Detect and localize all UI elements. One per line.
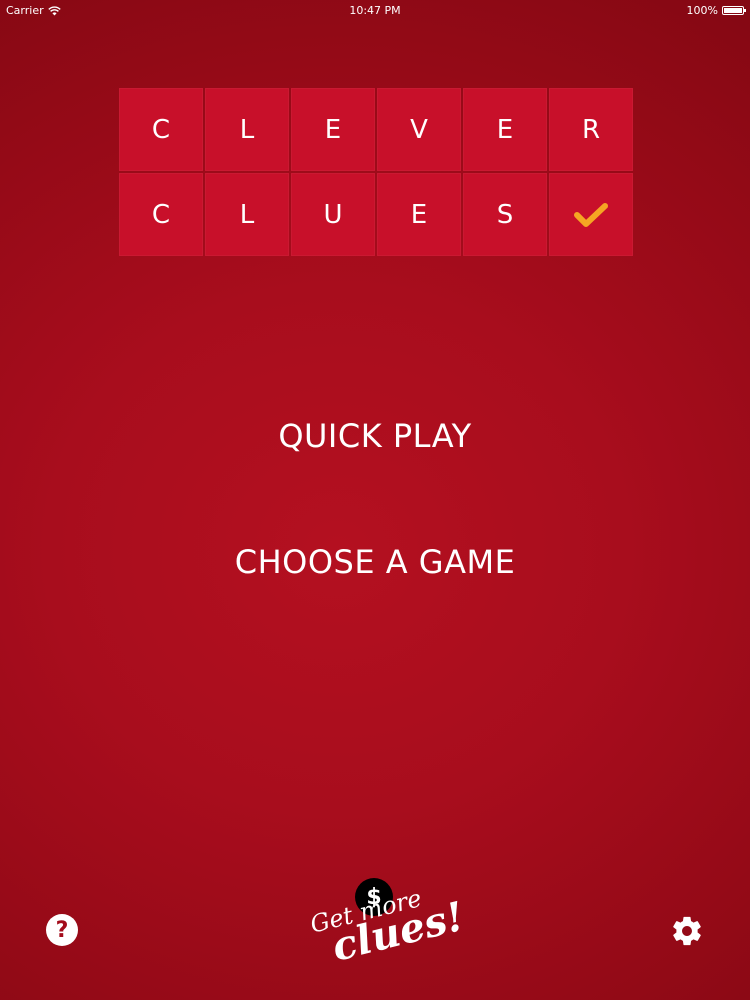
checkmark-icon <box>574 202 608 227</box>
battery-icon <box>722 6 746 15</box>
logo-tile: C <box>119 173 203 256</box>
status-right: 100% <box>686 4 746 17</box>
logo-tile: E <box>463 88 547 171</box>
status-time: 10:47 PM <box>349 4 401 17</box>
battery-percent: 100% <box>686 4 718 17</box>
help-icon: ? <box>55 917 69 943</box>
logo-tile: U <box>291 173 375 256</box>
settings-button[interactable] <box>670 914 704 948</box>
status-bar: Carrier 10:47 PM 100% <box>0 0 750 22</box>
logo-tile-check <box>549 173 633 256</box>
choose-game-button[interactable]: CHOOSE A GAME <box>0 543 750 581</box>
get-more-clues-label: Get more clues! <box>306 877 468 972</box>
quick-play-button[interactable]: QUICK PLAY <box>0 417 750 455</box>
logo-tile: V <box>377 88 461 171</box>
logo-tile: C <box>119 88 203 171</box>
logo-tile: L <box>205 88 289 171</box>
help-button[interactable]: ? <box>46 914 78 946</box>
get-more-clues-button[interactable]: $ Get more clues! <box>300 876 469 988</box>
logo-tile: L <box>205 173 289 256</box>
logo-tile: S <box>463 173 547 256</box>
logo-tile: R <box>549 88 633 171</box>
gear-icon <box>673 916 701 946</box>
logo-tile: E <box>377 173 461 256</box>
game-logo: C L E V E R C L U E S <box>119 88 633 256</box>
logo-tile: E <box>291 88 375 171</box>
